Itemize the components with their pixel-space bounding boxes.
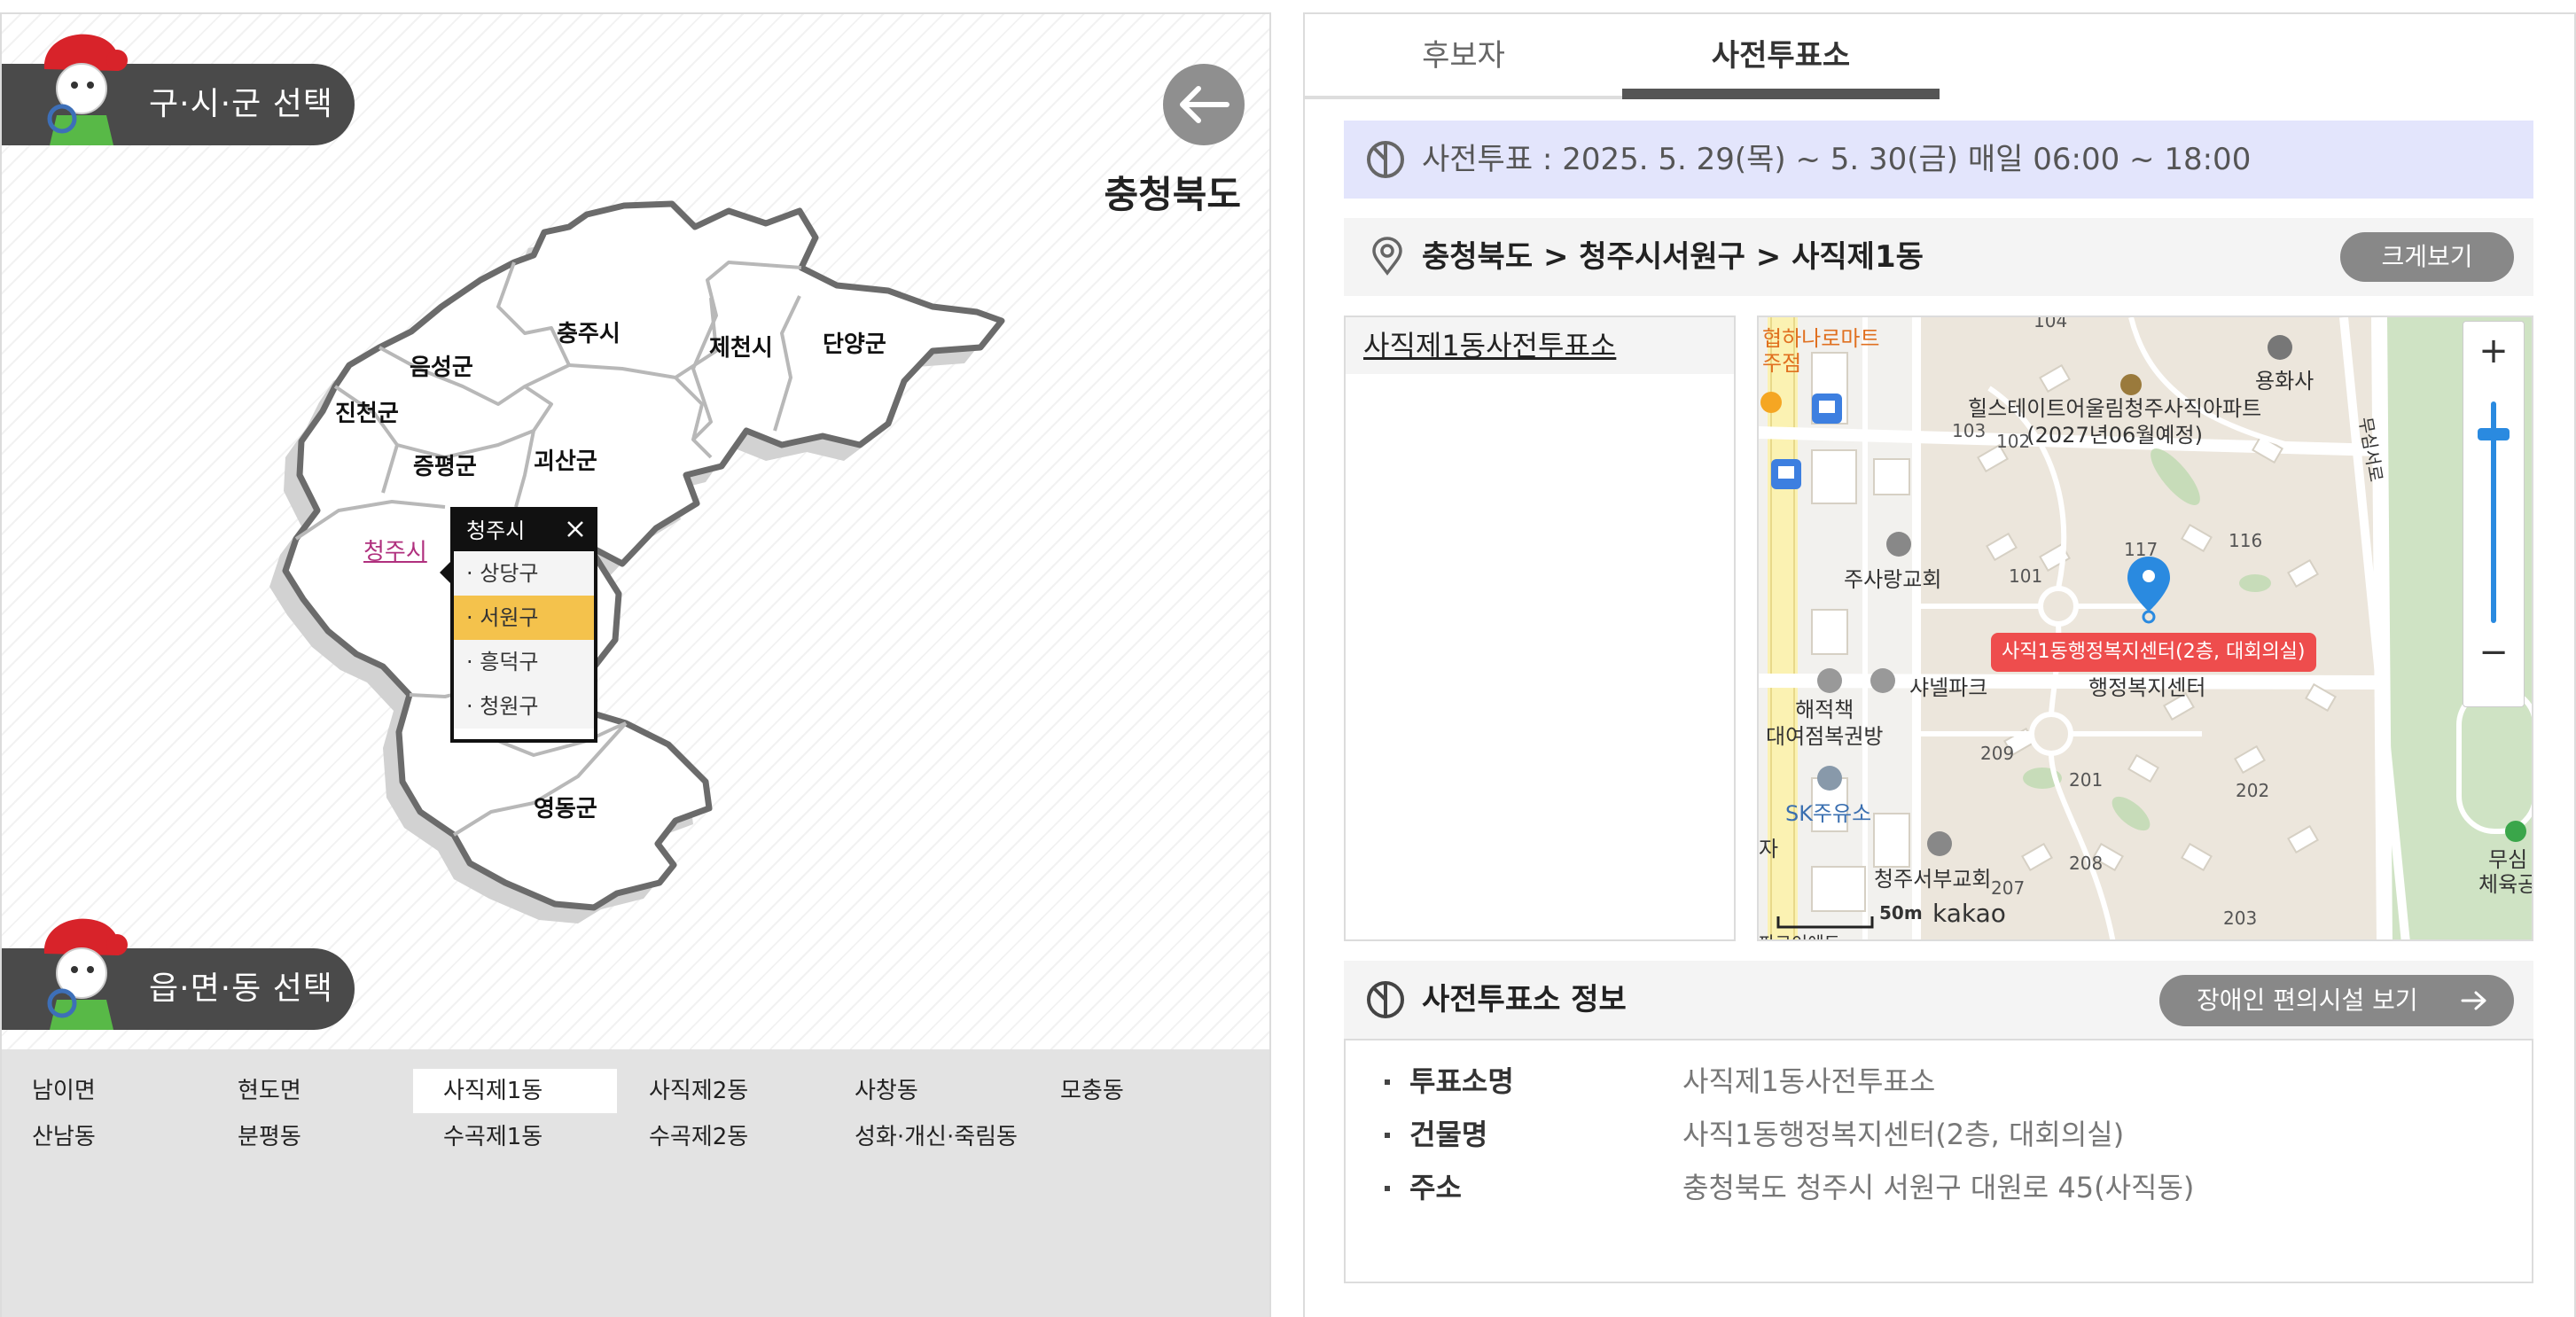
region-cheongju[interactable]: 청주시 bbox=[363, 534, 427, 566]
district-select-label: 구·시·군 선택 bbox=[149, 86, 333, 122]
location-bar: 충청북도 > 청주시서원구 > 사직제1동 크게보기 bbox=[1344, 218, 2533, 296]
map-label-temple: 용화사 bbox=[2255, 369, 2314, 394]
kakao-logo: kakao bbox=[1932, 899, 2006, 928]
map-label-welfare-center: 행정복지센터 bbox=[2088, 675, 2206, 700]
dong-item-selected[interactable]: 사직제1동 bbox=[413, 1069, 617, 1113]
popup-item-heungdeok[interactable]: · 흥덕구 bbox=[454, 640, 594, 684]
bullet bbox=[1385, 1133, 1390, 1138]
map-label-gym: 무심 체육공 bbox=[2478, 847, 2533, 897]
map-building-number: 101 bbox=[2009, 565, 2043, 587]
arrow-right-icon bbox=[2461, 991, 2486, 1010]
vote-stamp-icon bbox=[1367, 981, 1404, 1018]
popup-item-cheongwon[interactable]: · 청원구 bbox=[454, 684, 594, 729]
mascot-icon bbox=[43, 34, 128, 145]
map-scale: 50m bbox=[1879, 902, 1923, 923]
vote-stamp-icon bbox=[1367, 141, 1404, 178]
mascot-icon bbox=[43, 918, 128, 1030]
map-building-number: 208 bbox=[2069, 853, 2104, 874]
station-info-body: 투표소명 사직제1동사전투표소 건물명 사직1동행정복지센터(2층, 대회의실)… bbox=[1344, 1039, 2533, 1283]
popup-header: 청주시 bbox=[454, 510, 594, 551]
popup-title: 청주시 bbox=[466, 518, 526, 543]
info-value: 사직1동행정복지센터(2층, 대회의실) bbox=[1682, 1118, 2125, 1151]
voting-period-text: 사전투표 : 2025. 5. 29(목) ~ 5. 30(금) 매일 06:0… bbox=[1422, 142, 2252, 177]
popup-item-seowon[interactable]: · 서원구 bbox=[454, 596, 594, 640]
info-key: 주소 bbox=[1409, 1171, 1462, 1204]
station-list: 사직제1동사전투표소 bbox=[1344, 316, 1736, 941]
dong-item[interactable]: 산남동 bbox=[2, 1115, 206, 1159]
station-info-header: 사전투표소 정보 장애인 편의시설 보기 bbox=[1344, 961, 2533, 1039]
dong-item[interactable]: 남이면 bbox=[2, 1069, 206, 1113]
map-label-mart: 협하나로마트 주점 bbox=[1762, 326, 1880, 376]
map-label-church-2: 청주서부교회 bbox=[1874, 867, 1992, 892]
map-label-church: 주사랑교회 bbox=[1844, 567, 1942, 592]
map-building-number: 207 bbox=[1991, 877, 2026, 899]
map-label-bookstore: 해적책 대여점복권방 bbox=[1766, 697, 1884, 749]
location-path: 충청북도 > 청주시서원구 > 사직제1동 bbox=[1422, 239, 1924, 275]
province-map bbox=[269, 200, 1005, 923]
region-goesan[interactable]: 괴산군 bbox=[534, 443, 597, 476]
map-label-cut: 파크이에도 bbox=[1759, 929, 1840, 939]
map-building-number: 103 bbox=[1952, 420, 1987, 441]
info-value: 충청북도 청주시 서원구 대원로 45(사직동) bbox=[1682, 1171, 2195, 1204]
region-jeungpyeong[interactable]: 증평군 bbox=[413, 448, 477, 481]
close-icon[interactable] bbox=[562, 516, 589, 542]
station-map[interactable]: 협하나로마트 주점 힐스테이트어울림청주사직아파트 (2027년06월예정) 용… bbox=[1757, 316, 2533, 941]
back-button[interactable] bbox=[1163, 64, 1245, 145]
info-value: 사직제1동사전투표소 bbox=[1682, 1064, 1936, 1098]
polling-station-panel: 후보자 사전투표소 사전투표 : 2025. 5. 29(목) ~ 5. 30(… bbox=[1303, 12, 2576, 1317]
map-building-number: 202 bbox=[2236, 780, 2270, 801]
dong-item[interactable]: 수곡제2동 bbox=[619, 1115, 823, 1159]
map-label-gas-station: SK주유소 bbox=[1785, 801, 1872, 826]
region-jincheon[interactable]: 진천군 bbox=[335, 395, 399, 428]
province-name: 충청북도 bbox=[1104, 173, 1241, 216]
bullet bbox=[1385, 1186, 1390, 1191]
big-view-button[interactable]: 크게보기 bbox=[2340, 232, 2514, 282]
zoom-handle[interactable] bbox=[2478, 428, 2510, 440]
region-select-panel: 구·시·군 선택 충청북도 충주시 제천시 단양군 음성군 진천군 증평군 괴산… bbox=[0, 12, 1271, 1317]
location-pin-icon bbox=[1372, 237, 1402, 276]
dong-item[interactable]: 사직제2동 bbox=[619, 1069, 823, 1113]
info-key: 건물명 bbox=[1409, 1118, 1488, 1151]
region-chungju[interactable]: 충주시 bbox=[557, 316, 621, 348]
dong-item[interactable]: 성화·개신·죽림동 bbox=[824, 1115, 1090, 1159]
accessibility-facilities-button[interactable]: 장애인 편의시설 보기 bbox=[2159, 975, 2514, 1026]
region-jecheon[interactable]: 제천시 bbox=[709, 330, 773, 362]
dong-item[interactable]: 현도면 bbox=[207, 1069, 411, 1113]
arrow-left-icon bbox=[1180, 86, 1229, 123]
tab-candidates[interactable]: 후보자 bbox=[1305, 14, 1622, 99]
voting-period-bar: 사전투표 : 2025. 5. 29(목) ~ 5. 30(금) 매일 06:0… bbox=[1344, 121, 2533, 199]
map-building-number: 116 bbox=[2229, 530, 2263, 551]
region-eumseong[interactable]: 음성군 bbox=[410, 349, 473, 382]
dong-item[interactable]: 분평동 bbox=[207, 1115, 411, 1159]
map-building-number: 104 bbox=[2033, 316, 2068, 331]
dong-item[interactable]: 수곡제1동 bbox=[413, 1115, 617, 1159]
region-danyang[interactable]: 단양군 bbox=[823, 326, 886, 359]
dong-item[interactable]: 모충동 bbox=[1030, 1069, 1234, 1113]
popup-item-sangdang[interactable]: · 상당구 bbox=[454, 551, 594, 596]
map-zoom-control: + − bbox=[2463, 321, 2525, 707]
station-list-item[interactable]: 사직제1동사전투표소 bbox=[1346, 317, 1734, 374]
region-yeongdong[interactable]: 영동군 bbox=[534, 791, 597, 823]
zoom-out-button[interactable]: − bbox=[2463, 623, 2524, 682]
station-info-title: 사전투표소 정보 bbox=[1422, 982, 1627, 1017]
map-building-number: 203 bbox=[2223, 908, 2258, 929]
dong-select-label: 읍·면·동 선택 bbox=[149, 970, 333, 1007]
tab-early-voting[interactable]: 사전투표소 bbox=[1622, 14, 1940, 99]
dong-list: 남이면 현도면 사직제1동 사직제2동 사창동 모충동 산남동 분평동 수곡제1… bbox=[2, 1049, 1269, 1317]
bullet bbox=[1385, 1079, 1390, 1085]
map-pin-label[interactable]: 사직1동행정복지센터(2층, 대회의실) bbox=[1991, 633, 2316, 672]
map-building-number: 117 bbox=[2124, 539, 2158, 560]
info-key: 투표소명 bbox=[1409, 1064, 1514, 1098]
map-building-number: 102 bbox=[1996, 431, 2031, 452]
subdistrict-popup: 청주시 · 상당구 · 서원구 · 흥덕구 · 청원구 bbox=[450, 507, 597, 743]
map-label-ja: 자 bbox=[1759, 837, 1779, 861]
map-building-number: 201 bbox=[2069, 769, 2104, 791]
map-building-number: 209 bbox=[1980, 743, 2015, 764]
accessibility-button-label: 장애인 편의시설 보기 bbox=[2197, 986, 2418, 1015]
zoom-in-button[interactable]: + bbox=[2463, 322, 2524, 380]
popup-pointer bbox=[440, 562, 450, 583]
map-label-shanel-park: 샤넬파크 bbox=[1909, 675, 1988, 700]
dong-item[interactable]: 사창동 bbox=[824, 1069, 1028, 1113]
